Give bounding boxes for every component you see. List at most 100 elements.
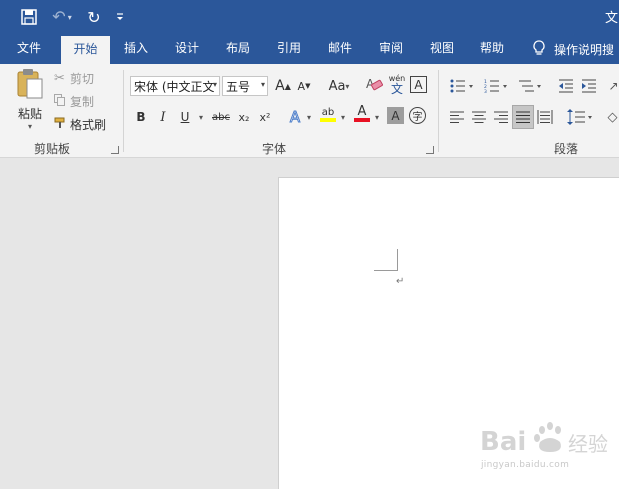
tab-review[interactable]: 审阅: [370, 34, 412, 64]
grow-font-icon: A: [275, 78, 285, 94]
tab-design[interactable]: 设计: [166, 34, 208, 64]
line-spacing-icon: [567, 109, 592, 125]
change-case-button[interactable]: Aa ▾: [324, 76, 354, 96]
multilevel-list-icon: [519, 80, 541, 92]
undo-button[interactable]: ↶ ▾: [48, 6, 76, 28]
lightbulb-icon: [532, 39, 546, 59]
chinese-layout-button[interactable]: ↗: [608, 76, 619, 96]
clipboard-launcher-icon[interactable]: [111, 146, 119, 154]
font-name-combo[interactable]: 宋体 (中文正文 ▾: [130, 76, 220, 96]
numbering-button[interactable]: 123: [481, 76, 511, 96]
change-case-icon: Aa: [328, 78, 346, 94]
align-center-icon: [472, 111, 486, 123]
underline-button[interactable]: U: [175, 107, 195, 127]
phonetic-guide-icon: 文: [390, 82, 403, 96]
watermark-url: jingyan.baidu.com: [481, 460, 570, 470]
scissors-icon: ✂: [54, 70, 65, 86]
align-right-button[interactable]: [491, 107, 511, 127]
tab-file[interactable]: 文件: [8, 34, 50, 64]
shading-button[interactable]: ◇: [606, 107, 619, 127]
text-effects-button[interactable]: A: [285, 107, 305, 127]
customize-qat-icon[interactable]: [112, 6, 128, 28]
justify-button[interactable]: [512, 105, 534, 129]
tab-layout[interactable]: 布局: [217, 34, 259, 64]
grow-font-button[interactable]: A ▲: [273, 76, 293, 96]
copy-label: 复制: [70, 94, 95, 109]
undo-dropdown-icon[interactable]: ▾: [68, 13, 72, 22]
paragraph-mark: ↵: [396, 276, 405, 287]
paste-icon: [15, 68, 45, 103]
italic-button[interactable]: I: [153, 107, 173, 127]
bullets-icon: [450, 79, 473, 93]
window-title: 文: [605, 11, 619, 26]
svg-text:3: 3: [484, 89, 487, 93]
superscript-button[interactable]: x²: [255, 107, 275, 127]
character-border-icon: A: [414, 77, 423, 92]
save-icon[interactable]: [18, 6, 40, 28]
multilevel-list-button[interactable]: [515, 76, 545, 96]
enclose-characters-icon: 字: [412, 112, 423, 123]
character-shading-button[interactable]: A: [387, 107, 404, 124]
increase-indent-icon: [582, 79, 596, 93]
tab-insert[interactable]: 插入: [115, 34, 157, 64]
paragraph-group-label: 段落: [554, 142, 579, 156]
enclose-characters-button[interactable]: 字: [409, 107, 426, 124]
subscript-button[interactable]: x₂: [234, 107, 254, 127]
svg-text:经验: 经验: [568, 432, 608, 456]
font-name-value: 宋体 (中文正文: [134, 79, 215, 94]
chevron-down-icon: ▾: [260, 80, 265, 89]
underline-dropdown-icon[interactable]: ▾: [195, 107, 207, 127]
decrease-indent-button[interactable]: [556, 76, 576, 96]
bullets-button[interactable]: [447, 76, 477, 96]
font-launcher-icon[interactable]: [426, 146, 434, 154]
clear-formatting-button[interactable]: A: [364, 76, 384, 96]
align-left-button[interactable]: [447, 107, 467, 127]
chinese-layout-icon: ↗: [608, 79, 619, 93]
format-painter-icon: [54, 117, 70, 132]
font-color-button[interactable]: A: [352, 104, 372, 124]
increase-indent-button[interactable]: [579, 76, 599, 96]
tab-view[interactable]: 视图: [421, 34, 463, 64]
tab-mailings[interactable]: 邮件: [319, 34, 361, 64]
highlight-button[interactable]: ab: [318, 104, 338, 124]
baidu-jingyan-logo: Bai 经验: [480, 422, 608, 457]
bold-button[interactable]: B: [131, 107, 151, 127]
align-right-icon: [494, 111, 508, 123]
strikethrough-button[interactable]: abc: [210, 107, 232, 127]
distributed-button[interactable]: [535, 107, 555, 127]
line-spacing-button[interactable]: [565, 107, 595, 127]
undo-icon: ↶: [52, 7, 66, 26]
shrink-font-button[interactable]: A ▼: [294, 76, 314, 96]
paste-dropdown-icon[interactable]: ▾: [28, 122, 32, 131]
character-border-button[interactable]: A: [410, 76, 427, 93]
baidu-watermark: Bai 经验: [480, 420, 615, 480]
repeat-icon[interactable]: ↻: [84, 6, 104, 28]
copy-button[interactable]: 复制: [54, 92, 94, 110]
svg-text:Bai: Bai: [480, 427, 526, 457]
align-center-button[interactable]: [469, 107, 489, 127]
highlight-dropdown-icon[interactable]: ▾: [338, 107, 348, 127]
font-size-combo[interactable]: 五号 ▾: [222, 76, 268, 96]
tell-me-box[interactable]: 操作说明搜: [532, 34, 614, 64]
phonetic-guide-button[interactable]: wén 文: [387, 74, 407, 96]
format-painter-label: 格式刷: [70, 117, 107, 132]
tab-references[interactable]: 引用: [268, 34, 310, 64]
font-color-icon: A: [357, 104, 367, 119]
cut-button[interactable]: ✂ 剪切: [54, 69, 94, 87]
group-divider: [123, 70, 124, 152]
font-color-dropdown-icon[interactable]: ▾: [372, 107, 382, 127]
paste-button[interactable]: 粘贴 ▾: [12, 68, 48, 131]
clipboard-group-label: 剪贴板: [34, 142, 71, 156]
ribbon-home: 粘贴 ▾ ✂ 剪切 复制 格式刷 剪贴板 宋体 (中文正文 ▾ 五号 ▾ A ▲ …: [0, 64, 619, 158]
tab-help[interactable]: 帮助: [471, 34, 513, 64]
tab-home[interactable]: 开始: [61, 36, 110, 64]
chevron-down-icon: ▾: [212, 80, 217, 89]
font-color-swatch: [354, 118, 370, 122]
format-painter-button[interactable]: 格式刷: [54, 115, 106, 133]
shrink-font-icon: A: [297, 79, 306, 93]
paste-label: 粘贴: [17, 107, 42, 121]
justify-icon: [516, 111, 530, 123]
text-effects-dropdown-icon[interactable]: ▾: [304, 107, 314, 127]
character-shading-icon: A: [391, 108, 400, 123]
title-bar: ↶ ▾ ↻ 文: [0, 0, 619, 34]
